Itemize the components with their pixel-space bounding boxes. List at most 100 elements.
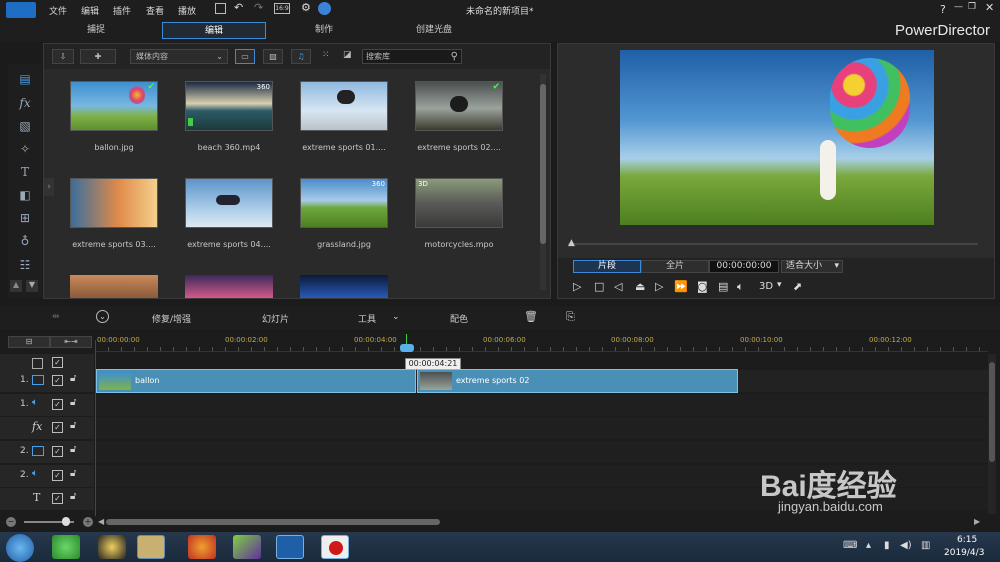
expand-panel-icon[interactable]: › (44, 178, 54, 196)
chapter-room-icon[interactable]: ☷ (18, 258, 32, 272)
fx-room-icon[interactable]: fx (18, 96, 32, 110)
scroll-up-icon[interactable]: ▲ (10, 280, 22, 292)
library-scrollbar[interactable] (540, 74, 546, 290)
import-icon[interactable]: ⇩ (52, 49, 74, 64)
track-view-icon[interactable] (32, 358, 43, 369)
transition-room-icon[interactable]: ◧ (18, 188, 32, 202)
next-frame-icon[interactable]: ▷ (655, 280, 663, 293)
repair-enhance-button[interactable]: 修复/增强 (152, 312, 191, 325)
fx-track[interactable] (95, 417, 988, 439)
search-input[interactable]: 搜索库 ⚲ (362, 49, 462, 64)
clock-date[interactable]: 2019/4/3 (944, 548, 984, 558)
scrubber-handle-icon[interactable]: ▲ (568, 238, 575, 248)
lock-icon[interactable]: 🔓︎ (70, 397, 76, 408)
audio-mixing-icon[interactable]: ⊞ (18, 211, 32, 225)
color-button[interactable]: 配色 (450, 312, 468, 325)
music-filter-icon[interactable]: ♫ (291, 49, 311, 64)
thumb-partial[interactable] (70, 275, 158, 298)
checkbox-icon[interactable]: ✓ (52, 399, 63, 410)
split-icon[interactable]: ⏏ (635, 280, 645, 293)
aspect-ratio-icon[interactable]: 16:9 (274, 3, 290, 14)
menu-play[interactable]: 播放 (178, 4, 196, 17)
tray-expand-icon[interactable]: ▴ (866, 540, 871, 551)
network-icon[interactable]: ▥ (921, 540, 930, 551)
help-icon[interactable]: ? (940, 3, 946, 16)
checkbox-icon[interactable]: ✓ (52, 375, 63, 386)
lock-icon[interactable]: 🔓︎ (70, 420, 76, 431)
media-content-dropdown[interactable]: 媒体内容 ⌄ (130, 49, 228, 64)
video-filter-icon[interactable]: ▭ (235, 49, 255, 64)
tab-capture[interactable]: 捕捉 (44, 22, 148, 39)
volume-icon[interactable]: ◀) (900, 540, 912, 551)
menu-file[interactable]: 文件 (49, 4, 67, 17)
keyboard-icon[interactable]: ⌨ (843, 540, 857, 551)
scroll-right-icon[interactable]: ▶ (974, 517, 980, 526)
undock-icon[interactable]: ⬈ (793, 280, 802, 293)
preview-scrubber[interactable] (568, 243, 978, 245)
slideshow-button[interactable]: 幻灯片 (262, 312, 289, 325)
minimize-icon[interactable]: — (954, 2, 963, 12)
title-room-icon[interactable]: T (18, 165, 32, 179)
settings-icon[interactable]: ⚙ (301, 1, 311, 14)
lock-icon[interactable]: 🔓︎ (70, 444, 76, 455)
tab-clip-mode[interactable]: 片段 (573, 260, 641, 273)
scrollbar-thumb[interactable] (540, 84, 546, 244)
playhead-handle[interactable] (400, 344, 414, 352)
media-room-icon[interactable]: ▤ (18, 72, 32, 86)
scroll-down-icon[interactable]: ▼ (26, 280, 38, 292)
volume-icon[interactable]: 🔈︎ (737, 280, 744, 294)
zoom-slider-handle[interactable] (62, 517, 70, 526)
chevron-circle-icon[interactable]: ⌄ (96, 310, 109, 323)
prev-frame-icon[interactable]: ◁ (614, 280, 622, 293)
app-icon[interactable] (233, 535, 261, 559)
close-icon[interactable]: ✕ (985, 1, 994, 14)
save-icon[interactable] (215, 3, 226, 14)
lock-icon[interactable]: 🔓︎ (70, 468, 76, 479)
trash-icon[interactable]: 🗑︎ (524, 310, 538, 323)
subtitle-icon[interactable]: ▤ (718, 280, 728, 293)
account-icon[interactable] (318, 2, 331, 15)
fit-timeline-button[interactable]: ⇤⇥ (50, 336, 92, 348)
tab-movie-mode[interactable]: 全片 (641, 260, 709, 273)
thumb-partial[interactable] (185, 275, 273, 298)
thumb-extreme-sports-03[interactable] (70, 178, 158, 228)
3d-toggle[interactable]: 3D (759, 281, 773, 292)
particle-room-icon[interactable]: ✧ (18, 142, 32, 156)
start-button[interactable] (6, 534, 34, 562)
voice-over-icon[interactable]: ♁ (18, 234, 32, 248)
zoom-out-icon[interactable]: − (6, 517, 16, 527)
app-360-icon[interactable] (52, 535, 80, 559)
menu-edit[interactable]: 编辑 (81, 4, 99, 17)
timecode-display[interactable]: 00:00:00:00 (709, 260, 779, 273)
scroll-left-icon[interactable]: ◀ (98, 517, 104, 526)
clip-extreme-sports-02[interactable]: extreme sports 02 (417, 369, 738, 393)
export-icon[interactable]: ⎘ (566, 310, 575, 324)
fit-view-icon[interactable]: ◪ (343, 50, 352, 60)
menu-view[interactable]: 查看 (146, 4, 164, 17)
redo-icon[interactable]: ↷ (254, 1, 263, 14)
audio-track-1[interactable] (95, 394, 988, 416)
chevron-down-icon[interactable]: ⌄ (392, 312, 400, 322)
thumb-extreme-sports-04[interactable] (185, 178, 273, 228)
tools-button[interactable]: 工具 (358, 312, 376, 325)
track-manager-icon[interactable]: ⇹ (52, 312, 60, 322)
clip-ballon[interactable]: ballon (96, 369, 416, 393)
pip-room-icon[interactable]: ▧ (18, 119, 32, 133)
timeline-vscroll[interactable] (988, 354, 996, 514)
thumb-ballon[interactable]: ✔ (70, 81, 158, 131)
thumb-beach-360[interactable]: 360 (185, 81, 273, 131)
image-filter-icon[interactable]: ▨ (263, 49, 283, 64)
record-icon[interactable] (321, 535, 349, 559)
stop-icon[interactable]: □ (594, 280, 604, 293)
zoom-fit-dropdown[interactable]: 适合大小 ▾ (781, 260, 843, 273)
checkbox-icon[interactable]: ✓ (52, 357, 63, 368)
zoom-in-icon[interactable]: + (83, 517, 93, 527)
menu-plugins[interactable]: 插件 (113, 4, 131, 17)
track-view-button[interactable]: ⊟ (8, 336, 50, 348)
checkbox-icon[interactable]: ✓ (52, 422, 63, 433)
chevron-down-icon[interactable]: ▾ (777, 280, 782, 290)
timeline-hscroll-thumb[interactable] (106, 519, 440, 525)
scrollbar-thumb[interactable] (989, 362, 995, 462)
tab-edit[interactable]: 编辑 (162, 22, 266, 39)
thumb-partial[interactable] (300, 275, 388, 298)
